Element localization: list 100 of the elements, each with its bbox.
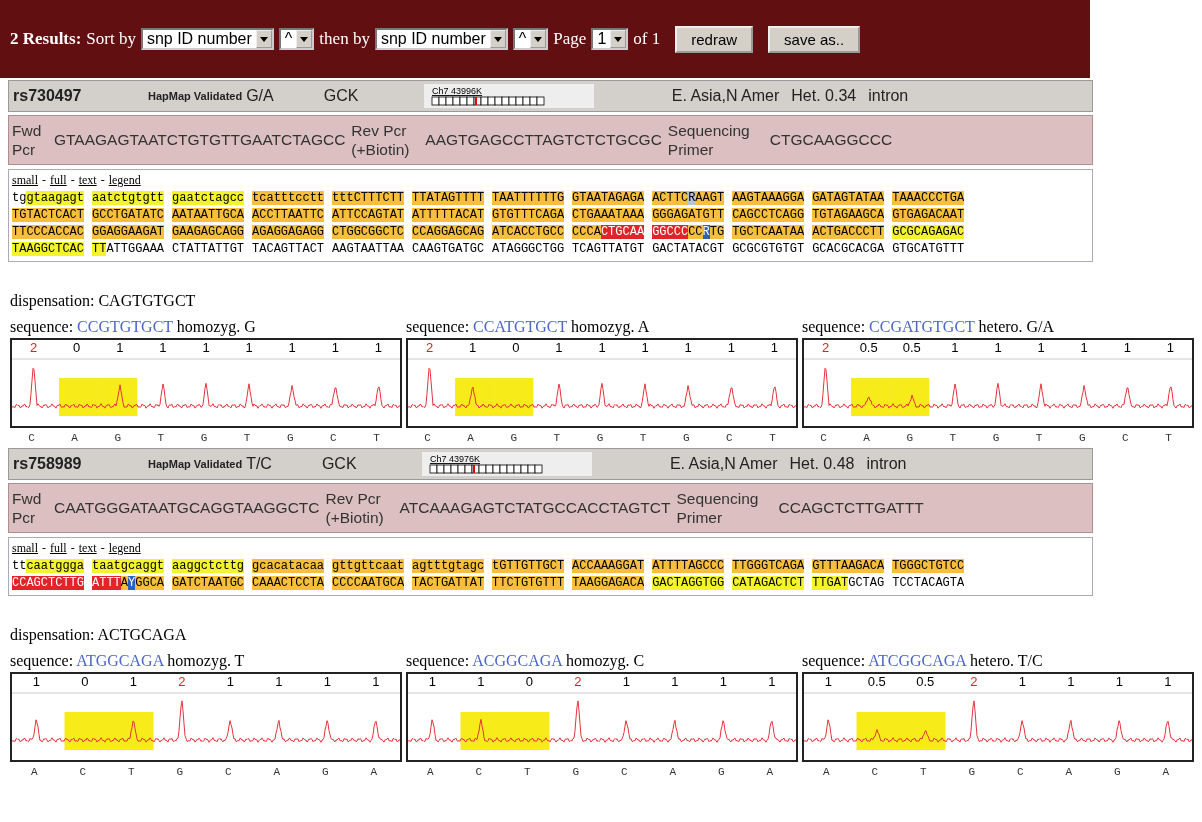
sequence-text: CTATTATTGT bbox=[172, 242, 245, 256]
sequence-text: gcacatacaa bbox=[252, 559, 325, 573]
dispensation-base: C bbox=[329, 432, 338, 444]
peak-value: 1 bbox=[767, 674, 777, 690]
sequence-text: TTGGGTCAGA bbox=[732, 559, 805, 573]
primer-label: Rev Pcr (+Biotin) bbox=[325, 488, 385, 528]
peak-value: 1 bbox=[31, 674, 41, 690]
dispensation-base: A bbox=[369, 766, 379, 778]
peak-value: 1 bbox=[1114, 674, 1124, 690]
peak-value: 2 bbox=[969, 674, 979, 690]
sequence-text: GCACGCACGA bbox=[812, 242, 885, 256]
peak-value: 1 bbox=[244, 340, 254, 356]
view-link[interactable]: legend bbox=[108, 173, 141, 188]
dispensation-base: C bbox=[1121, 432, 1130, 444]
sequence-text: TAAGGAGACA bbox=[572, 576, 645, 590]
peak-value: 0.5 bbox=[866, 674, 887, 690]
alleles: G/A bbox=[246, 87, 274, 105]
peak-value: 0 bbox=[524, 674, 534, 690]
peak-value: 1 bbox=[1122, 340, 1132, 356]
sequence-text: TTATAGTTTT bbox=[412, 191, 485, 205]
dispensation-base: G bbox=[595, 432, 605, 444]
sequence-text: ACTGACCCTT bbox=[812, 225, 885, 239]
view-link[interactable]: small bbox=[12, 173, 38, 188]
view-link[interactable]: text bbox=[78, 173, 97, 188]
dispensation-base: C bbox=[423, 432, 432, 444]
primer-sequence: CCAGCTCTTGATTT bbox=[778, 499, 924, 517]
sequence-text: GCGCGTGTGT bbox=[732, 242, 805, 256]
view-link[interactable]: small bbox=[12, 541, 38, 556]
sequence-text: gttgttcaat bbox=[332, 559, 405, 573]
sequence-text: CTGGCGGCTC bbox=[332, 225, 405, 239]
sort-order-select[interactable]: ^ bbox=[512, 28, 549, 50]
dispensation-base: G bbox=[571, 766, 581, 778]
sequence-text: gtaagagt bbox=[26, 191, 84, 205]
view-link[interactable]: text bbox=[78, 541, 97, 556]
sequence-text: GGAGGAAGAT bbox=[92, 225, 165, 239]
view-link[interactable]: legend bbox=[108, 541, 141, 556]
peak-value: 1 bbox=[1079, 340, 1089, 356]
toolbar-button[interactable]: save as.. bbox=[768, 25, 861, 53]
dispensation-base: A bbox=[821, 766, 831, 778]
peak-value: 1 bbox=[371, 674, 381, 690]
sequence-text: AGAGGAGAGG bbox=[252, 225, 325, 239]
dispensation-order: dispensation: CAGTGTGCT bbox=[10, 292, 197, 310]
sequence-text: CCAGGAGCAG bbox=[412, 225, 485, 239]
page-label: Page bbox=[553, 29, 587, 49]
dispensation-base: G bbox=[716, 766, 726, 778]
page-select[interactable]: 1 bbox=[591, 28, 629, 50]
dispensation-base: T bbox=[156, 432, 166, 444]
sequence-text: GTAATAGAGA bbox=[572, 191, 645, 205]
sequence-label: sequence: CCGTGTGCT homozyg. G bbox=[10, 318, 257, 336]
dispensation-base: A bbox=[70, 432, 79, 444]
sequence-text: ACTTC bbox=[652, 191, 689, 205]
then-by-label: then by bbox=[319, 29, 370, 49]
separator: - bbox=[70, 541, 75, 556]
dispensation-base: A bbox=[466, 432, 475, 444]
peak-value: 1 bbox=[726, 340, 736, 356]
sequence-text: GGGAGATGTT bbox=[652, 208, 725, 222]
primer-sequence: CAATGGGATAATGCAGGTAAGGCTC bbox=[54, 499, 320, 517]
sequence-text: AAGT bbox=[695, 191, 725, 205]
peak-value: 2 bbox=[820, 340, 831, 356]
sequence-text: CAAGTGATGC bbox=[412, 242, 485, 256]
peak-value: 1 bbox=[287, 340, 297, 356]
view-link[interactable]: full bbox=[50, 541, 67, 556]
dispensation-base: G bbox=[199, 432, 209, 444]
dispensation-base: C bbox=[819, 432, 828, 444]
peak-value: 1 bbox=[1066, 674, 1076, 690]
sequence-text: CAAACTCCTA bbox=[252, 576, 325, 590]
sequence-text: tttCTTTCTT bbox=[332, 191, 405, 205]
dispensation-base: G bbox=[1077, 432, 1087, 444]
sequence-text: GACTAGGTGG bbox=[652, 576, 725, 590]
region-type: intron bbox=[866, 455, 907, 473]
sort-field-select[interactable]: snp ID number bbox=[140, 28, 274, 50]
sequence-text: GCCTGATATC bbox=[92, 208, 165, 222]
peak-value: 0 bbox=[511, 340, 521, 356]
peak-value: 1 bbox=[468, 340, 478, 356]
dispensation-base: C bbox=[27, 432, 36, 444]
view-link[interactable]: full bbox=[50, 173, 67, 188]
dispensation-base: T bbox=[372, 432, 381, 444]
peak-value: 1 bbox=[640, 340, 650, 356]
sequence-text: aatctgtgtt bbox=[92, 191, 165, 205]
sequence-text: tt bbox=[12, 559, 27, 573]
peak-value: 1 bbox=[128, 674, 138, 690]
sequence-text: CCCCAATGCA bbox=[332, 576, 405, 590]
sort-label: Sort by bbox=[86, 29, 136, 49]
toolbar-button[interactable]: redraw bbox=[675, 25, 754, 53]
primer-label: Fwd Pcr bbox=[12, 488, 43, 528]
dispensation-base: G bbox=[509, 432, 519, 444]
dispensation-base: T bbox=[1034, 432, 1044, 444]
gene-name: GCK bbox=[323, 87, 360, 105]
dispensation-base: A bbox=[1064, 766, 1074, 778]
peak-value: 1 bbox=[1036, 340, 1046, 356]
dispensation-base: T bbox=[1164, 432, 1173, 444]
dispensation-base: C bbox=[1015, 766, 1025, 778]
sequence-text: TACAGTTACT bbox=[252, 242, 325, 256]
sequence-text: CATAGACTCT bbox=[732, 576, 805, 590]
sort-order-select[interactable]: ^ bbox=[278, 28, 315, 50]
primer-label: Sequencing Primer bbox=[676, 488, 760, 528]
sequence-text: GTGAGACAAT bbox=[892, 208, 965, 222]
sequence-text: ATAGGGCTGG bbox=[492, 242, 565, 256]
sequence-label: sequence: ATGGCAGA homozyg. T bbox=[10, 652, 246, 670]
sort-field-select[interactable]: snp ID number bbox=[374, 28, 508, 50]
